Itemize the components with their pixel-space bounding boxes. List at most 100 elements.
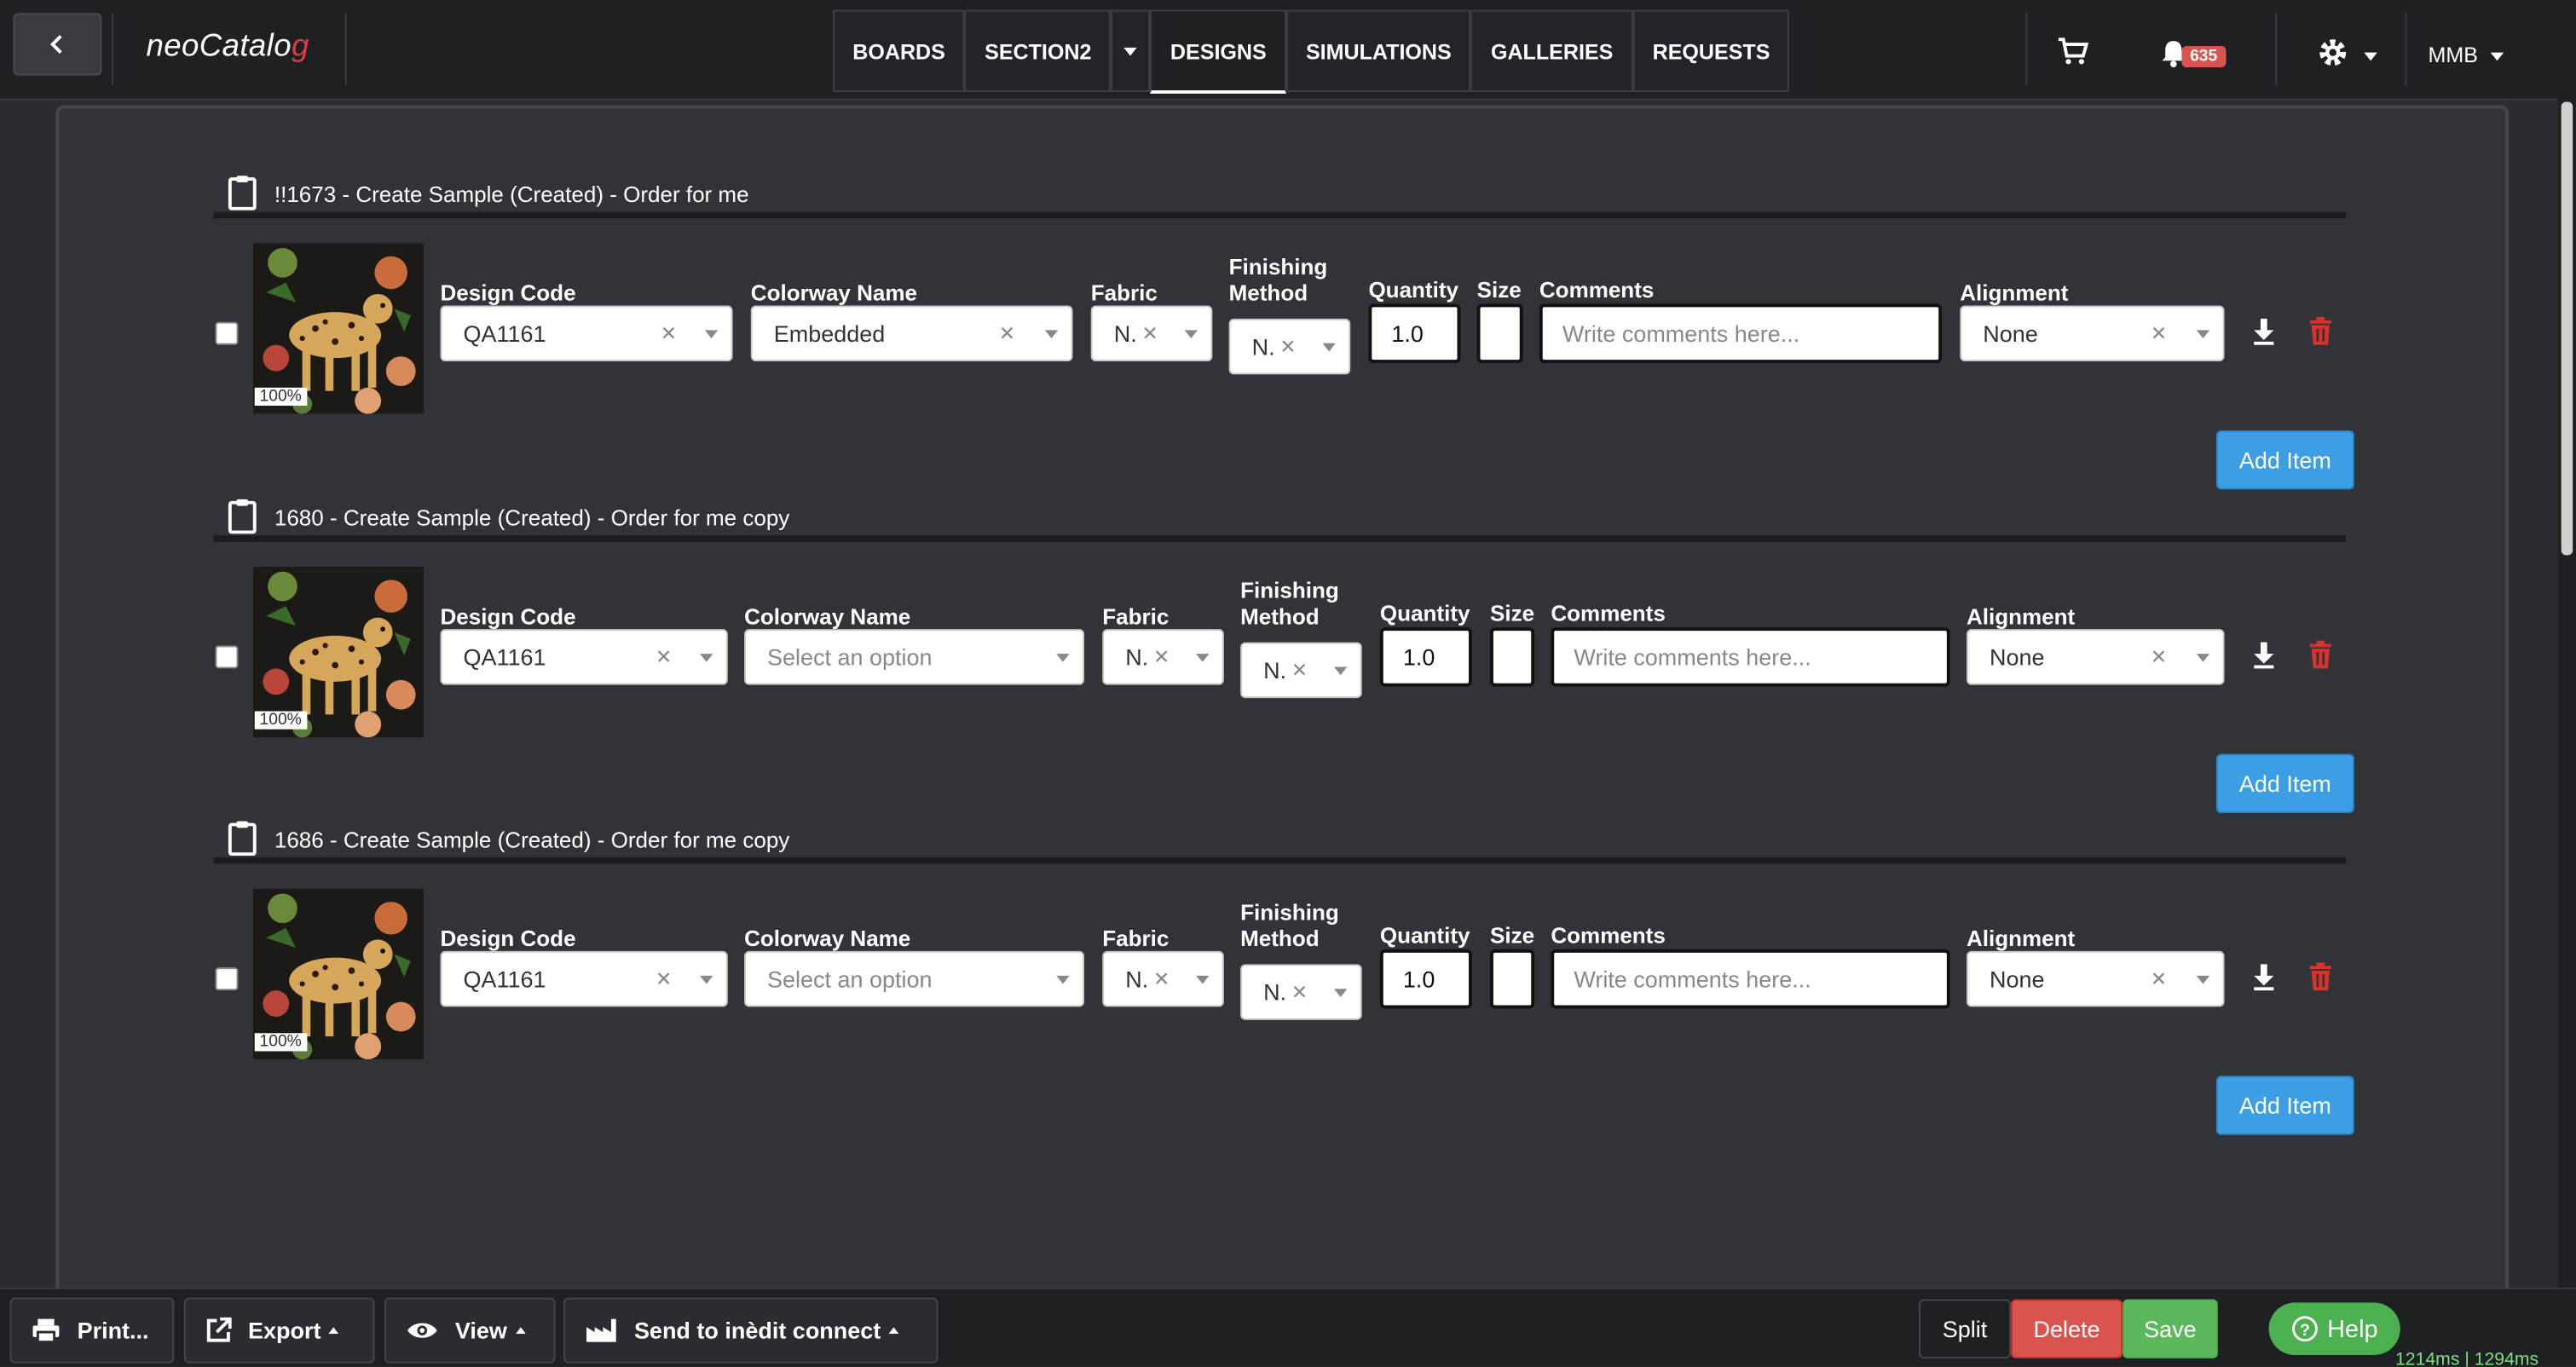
fabric-select[interactable]: N. ✕	[1102, 629, 1224, 685]
export-button[interactable]: Export	[183, 1297, 375, 1364]
clear-icon[interactable]: ✕	[2151, 967, 2167, 990]
clear-icon[interactable]: ✕	[1279, 335, 1296, 358]
clear-icon[interactable]: ✕	[2151, 322, 2167, 345]
size-label: Size	[1490, 601, 1535, 626]
size-input[interactable]	[1490, 949, 1535, 1009]
quantity-value: 1.0	[1391, 320, 1424, 347]
clear-icon[interactable]: ✕	[1291, 659, 1308, 682]
colorway-select-value: Embedded	[773, 320, 886, 347]
chevron-down-icon	[1184, 329, 1198, 338]
add-item-button[interactable]: Add Item	[2215, 753, 2354, 814]
chevron-down-icon	[1333, 988, 1348, 996]
comments-placeholder: Write comments here...	[1574, 643, 1811, 671]
chevron-down-icon	[1056, 974, 1070, 983]
comments-input[interactable]: Write comments here...	[1539, 303, 1943, 363]
trash-icon[interactable]	[2308, 316, 2333, 347]
colorway-select[interactable]: Select an option	[744, 629, 1085, 685]
comments-input[interactable]: Write comments here...	[1551, 949, 1950, 1009]
tab-section2[interactable]: SECTION2	[964, 9, 1112, 92]
finishing-method-label: Finishing Method	[1228, 254, 1328, 306]
row-checkbox[interactable]	[215, 321, 239, 345]
app-root: neoCatalog BOARDS SECTION2 DESIGNS SIMUL…	[0, 0, 2576, 1367]
download-icon[interactable]	[2252, 317, 2275, 347]
divider	[112, 13, 113, 86]
tab-simulations[interactable]: SIMULATIONS	[1285, 9, 1471, 92]
comments-label: Comments	[1539, 277, 1655, 303]
print-label: Print...	[77, 1317, 149, 1344]
download-icon[interactable]	[2252, 962, 2275, 992]
gear-icon[interactable]	[2316, 36, 2349, 69]
colorway-select[interactable]: Select an option	[744, 950, 1085, 1007]
clear-icon[interactable]: ✕	[1291, 981, 1308, 1004]
alignment-select-value: None	[1989, 966, 2045, 993]
chevron-left-icon	[49, 35, 62, 55]
design-code-select[interactable]: QA1161 ✕	[440, 305, 733, 362]
finishing-method-select[interactable]: N. ✕	[1228, 318, 1351, 375]
clear-icon[interactable]: ✕	[656, 967, 672, 990]
chevron-down-icon	[700, 974, 713, 983]
clear-icon[interactable]: ✕	[999, 322, 1015, 345]
trash-icon[interactable]	[2308, 640, 2333, 671]
main-nav: BOARDS SECTION2 DESIGNS SIMULATIONS GALL…	[833, 9, 1790, 94]
clear-icon[interactable]: ✕	[2151, 645, 2167, 668]
app-logo[interactable]: neoCatalog	[147, 30, 309, 66]
quantity-value: 1.0	[1402, 966, 1435, 993]
quantity-label: Quantity	[1379, 601, 1470, 626]
add-item-button[interactable]: Add Item	[2215, 1076, 2354, 1135]
design-code-select-value: QA1161	[463, 643, 546, 671]
comments-input[interactable]: Write comments here...	[1551, 627, 1950, 687]
clear-icon[interactable]: ✕	[656, 645, 672, 668]
row-checkbox[interactable]	[215, 967, 239, 991]
send-label: Send to inèdit connect	[633, 1317, 881, 1344]
design-code-select[interactable]: QA1161 ✕	[440, 950, 728, 1007]
size-input[interactable]	[1476, 303, 1523, 363]
quantity-input[interactable]: 1.0	[1368, 303, 1461, 363]
add-item-button[interactable]: Add Item	[2215, 430, 2354, 490]
tab-boards[interactable]: BOARDS	[833, 9, 965, 92]
clear-icon[interactable]: ✕	[1153, 645, 1170, 668]
scrollbar-thumb[interactable]	[2561, 101, 2573, 556]
trash-icon[interactable]	[2308, 962, 2333, 992]
back-button[interactable]	[13, 13, 102, 76]
clipboard-icon	[228, 821, 257, 857]
settings-caret-icon[interactable]	[2364, 52, 2377, 61]
help-button[interactable]: ? Help	[2268, 1302, 2400, 1356]
download-icon[interactable]	[2252, 641, 2275, 671]
clear-icon[interactable]: ✕	[1153, 967, 1170, 990]
size-label: Size	[1490, 923, 1535, 949]
design-code-label: Design Code	[440, 604, 576, 630]
fabric-label: Fabric	[1102, 926, 1170, 951]
delete-button[interactable]: Delete	[2011, 1299, 2123, 1358]
tab-galleries[interactable]: GALLERIES	[1470, 9, 1633, 92]
quantity-input[interactable]: 1.0	[1379, 949, 1472, 1009]
alignment-select[interactable]: None ✕	[1966, 950, 2225, 1007]
caret-down-icon	[1123, 46, 1138, 55]
user-menu[interactable]: MMB	[2429, 43, 2504, 67]
fabric-select[interactable]: N. ✕	[1102, 950, 1224, 1007]
finishing-method-select-value: N.	[1263, 978, 1287, 1006]
print-button[interactable]: Print...	[9, 1297, 175, 1364]
divider	[2275, 13, 2278, 86]
design-code-select[interactable]: QA1161 ✕	[440, 629, 728, 685]
alignment-select[interactable]: None ✕	[1960, 305, 2225, 362]
save-button[interactable]: Save	[2123, 1299, 2218, 1358]
finishing-method-select[interactable]: N. ✕	[1240, 642, 1362, 699]
nav-more-dropdown[interactable]	[1111, 9, 1151, 92]
clear-icon[interactable]: ✕	[661, 322, 677, 345]
quantity-input[interactable]: 1.0	[1379, 627, 1472, 687]
size-input[interactable]	[1490, 627, 1535, 687]
clear-icon[interactable]: ✕	[1141, 322, 1158, 345]
view-button[interactable]: View	[384, 1297, 556, 1364]
colorway-select[interactable]: Embedded ✕	[750, 305, 1073, 362]
tab-requests[interactable]: REQUESTS	[1632, 9, 1790, 92]
finishing-method-select[interactable]: N. ✕	[1240, 964, 1362, 1020]
cart-icon[interactable]	[2057, 36, 2090, 66]
alignment-select[interactable]: None ✕	[1966, 629, 2225, 685]
divider	[344, 13, 347, 86]
send-button[interactable]: Send to inèdit connect	[563, 1297, 939, 1364]
split-button[interactable]: Split	[1919, 1299, 2012, 1358]
tab-designs[interactable]: DESIGNS	[1150, 9, 1286, 94]
fabric-select[interactable]: N. ✕	[1090, 305, 1213, 362]
comments-label: Comments	[1551, 601, 1666, 626]
row-checkbox[interactable]	[215, 645, 239, 669]
